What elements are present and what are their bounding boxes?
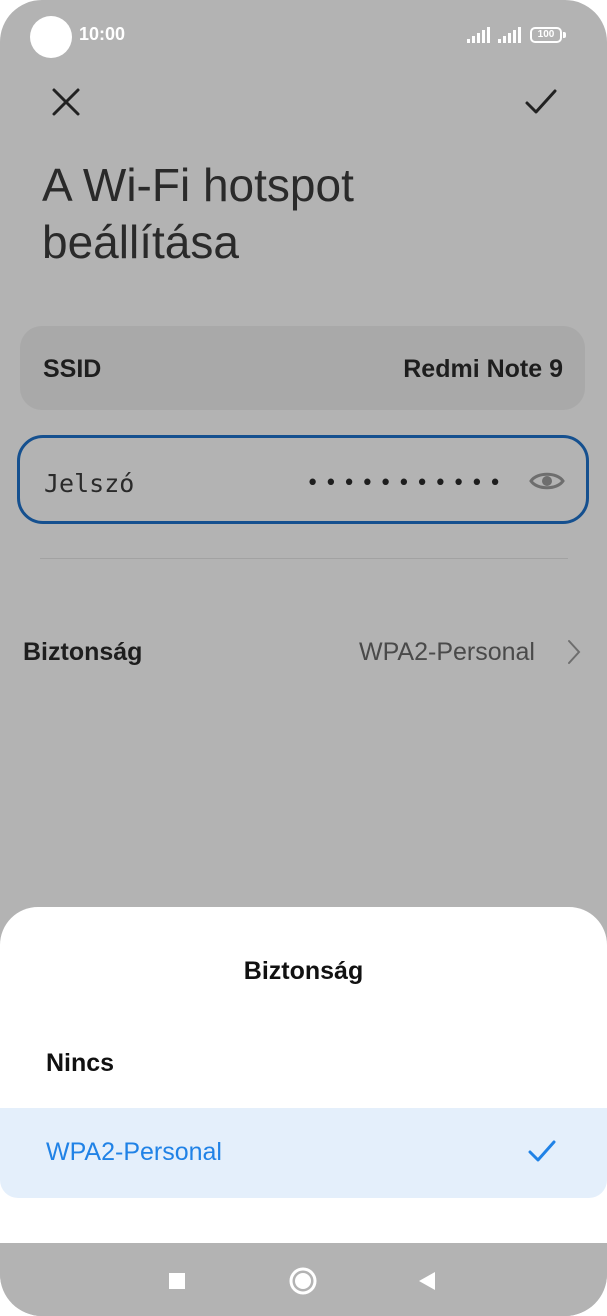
battery-level: 100	[537, 29, 555, 40]
divider	[40, 558, 568, 559]
option-label: Nincs	[46, 1049, 115, 1077]
camera-cutout	[30, 16, 72, 58]
check-icon	[525, 89, 557, 114]
security-value: WPA2-Personal	[359, 638, 535, 666]
back-button[interactable]	[407, 1261, 447, 1301]
back-icon	[419, 1272, 435, 1290]
check-icon	[528, 1140, 556, 1162]
show-password-button[interactable]	[528, 465, 566, 497]
page-title: A Wi-Fi hotspot beállítása	[42, 159, 354, 268]
status-time: 10:00	[79, 24, 126, 44]
password-field[interactable]: Jelszó	[17, 435, 589, 524]
close-button[interactable]	[42, 78, 90, 126]
battery-tip	[563, 32, 566, 38]
ssid-field[interactable]: SSID Redmi Note 9	[20, 326, 585, 410]
sheet-title: Biztonság	[243, 957, 364, 985]
recent-apps-icon	[169, 1273, 185, 1289]
eye-icon	[529, 472, 565, 490]
security-label: Biztonság	[23, 638, 143, 666]
chevron-right-icon	[568, 640, 581, 664]
option-wpa2-personal[interactable]: WPA2-Personal	[0, 1108, 607, 1198]
battery-icon: 100	[530, 27, 562, 43]
ssid-label: SSID	[43, 355, 102, 383]
close-icon	[52, 88, 80, 116]
recent-apps-button[interactable]	[157, 1261, 197, 1301]
status-bar: 10:00 100	[0, 0, 607, 72]
security-row[interactable]: Biztonság WPA2-Personal	[0, 612, 607, 696]
password-input[interactable]	[304, 466, 508, 500]
signal-icon	[467, 27, 490, 43]
option-nincs[interactable]: Nincs	[0, 1019, 607, 1109]
ssid-value: Redmi Note 9	[403, 355, 563, 383]
password-label: Jelszó	[44, 469, 135, 498]
home-icon	[289, 1267, 317, 1295]
signal-icon	[498, 27, 521, 43]
navigation-bar	[0, 1243, 607, 1316]
confirm-button[interactable]	[517, 78, 565, 126]
screen: 10:00 100 A Wi-Fi hotspot beállítása SSI…	[0, 0, 607, 1316]
option-label: WPA2-Personal	[46, 1138, 222, 1166]
home-button[interactable]	[283, 1261, 323, 1301]
security-bottom-sheet: Biztonság Nincs WPA2-Personal	[0, 907, 607, 1243]
